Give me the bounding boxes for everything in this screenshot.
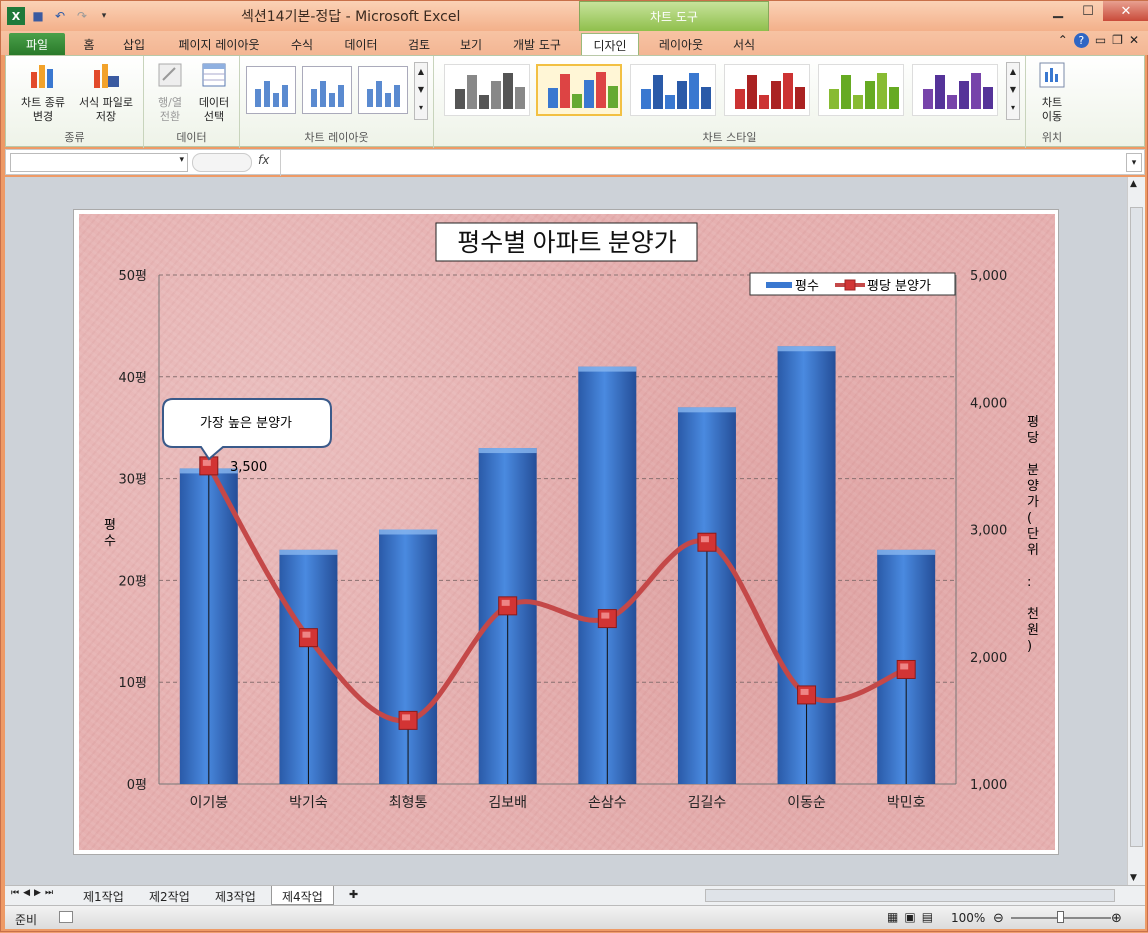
legend[interactable]: 평수 평당 분양가 bbox=[749, 272, 956, 296]
axis-title-char: 원 bbox=[1027, 623, 1039, 638]
sheet-tab-1[interactable]: 제1작업 bbox=[73, 886, 134, 905]
left-axis-title: 평수 bbox=[104, 518, 116, 549]
category-label: 김보배 bbox=[488, 795, 527, 811]
sheet-tab-4[interactable]: 제4작업 bbox=[271, 886, 334, 905]
axis-title-char: 분 bbox=[1027, 463, 1039, 478]
insert-sheet-icon[interactable]: ✚ bbox=[349, 888, 358, 901]
zoom-in-icon[interactable]: ⊕ bbox=[1111, 911, 1122, 926]
sheet-nav-icons[interactable]: ⏮◀▶⏭ bbox=[11, 888, 57, 898]
sheet-tab-2[interactable]: 제2작업 bbox=[139, 886, 200, 905]
category-label: 이기붕 bbox=[189, 795, 228, 811]
axis-title-char: 수 bbox=[104, 534, 116, 549]
horizontal-scroll-thumb[interactable] bbox=[705, 889, 1115, 902]
left-tick-label: 40평 bbox=[118, 371, 147, 386]
category-label: 최형통 bbox=[389, 795, 428, 811]
left-tick-label: 50평 bbox=[118, 269, 147, 284]
axis-title-char: 가 bbox=[1027, 495, 1039, 510]
left-tick-label: 30평 bbox=[118, 473, 147, 488]
bar-highlight bbox=[777, 346, 836, 352]
legend-line-label: 평당 분양가 bbox=[867, 279, 931, 294]
bar-highlight bbox=[578, 366, 637, 372]
category-labels: 이기붕 박기숙 최형통 김보배 손삼수 김길수 이동순 박민호 bbox=[189, 795, 925, 811]
line-marker-highlight bbox=[402, 714, 411, 721]
status-ready: 준비 bbox=[15, 913, 38, 927]
right-axis-title: 평당 분 양 가(단 위 : 천 원) bbox=[1027, 415, 1039, 654]
gridlines bbox=[159, 274, 956, 683]
callout-text: 가장 높은 분양가 bbox=[200, 416, 292, 431]
page-break-view-icon[interactable]: ▤ bbox=[922, 910, 933, 924]
line-marker-highlight bbox=[501, 599, 510, 606]
line-marker-highlight bbox=[900, 663, 909, 670]
zoom-out-icon[interactable]: ⊖ bbox=[993, 911, 1004, 926]
axis-title-char: 평 bbox=[104, 518, 116, 533]
line-marker-highlight bbox=[601, 612, 610, 619]
page-layout-view-icon[interactable]: ▣ bbox=[904, 910, 915, 924]
right-tick-label: 3,000 bbox=[970, 524, 1007, 539]
category-label: 이동순 bbox=[787, 795, 826, 811]
normal-view-icon[interactable]: ▦ bbox=[887, 910, 898, 924]
right-tick-label: 1,000 bbox=[970, 778, 1007, 793]
bar-highlight bbox=[379, 529, 438, 535]
axis-title-char: 평 bbox=[1027, 415, 1039, 430]
line-marker-highlight bbox=[202, 459, 211, 466]
zoom-slider-thumb[interactable] bbox=[1057, 911, 1064, 923]
chart-svg: 0평 10평 20평 30평 40평 50평 1,000 2,000 3,000 4,000 5,… bbox=[104, 222, 1039, 811]
excel-window: X ■ ↶ ↷ ▾ 섹션14기본-정답 - Microsoft Excel 차트… bbox=[0, 0, 1148, 932]
axis-title-char: 천 bbox=[1027, 607, 1039, 622]
callout[interactable]: 가장 높은 분양가 bbox=[162, 398, 332, 461]
right-tick-label: 4,000 bbox=[970, 396, 1007, 411]
zoom-level[interactable]: 100% bbox=[951, 911, 985, 925]
left-axis-ticks: 0평 10평 20평 30평 40평 50평 bbox=[118, 269, 147, 793]
axis-title-char: ) bbox=[1027, 639, 1032, 654]
chart-title[interactable]: 평수별 아파트 분양가 bbox=[457, 229, 677, 257]
bar-highlight bbox=[677, 407, 736, 413]
line-marker-highlight bbox=[800, 688, 809, 695]
axis-title-char: 당 bbox=[1027, 431, 1039, 446]
legend-marker-swatch bbox=[844, 279, 856, 291]
legend-bar-swatch bbox=[766, 282, 792, 288]
bar-highlight bbox=[279, 549, 338, 555]
category-label: 손삼수 bbox=[588, 795, 627, 811]
data-label-max: 3,500 bbox=[230, 460, 267, 475]
left-tick-label: 10평 bbox=[118, 676, 147, 691]
right-tick-label: 5,000 bbox=[970, 269, 1007, 284]
sheet-tab-bar: ⏮◀▶⏭ 제1작업 제2작업 제3작업 제4작업 ✚ bbox=[5, 885, 1145, 905]
right-tick-label: 2,000 bbox=[970, 651, 1007, 666]
status-bar: 준비 ▦ ▣ ▤ 100% ⊖ ⊕ bbox=[5, 905, 1145, 929]
macro-record-icon[interactable] bbox=[59, 911, 73, 923]
left-tick-label: 20평 bbox=[118, 574, 147, 589]
category-label: 박민호 bbox=[887, 795, 926, 811]
category-label: 김길수 bbox=[688, 795, 727, 811]
view-buttons: ▦ ▣ ▤ bbox=[887, 910, 933, 924]
axis-title-char: : bbox=[1027, 575, 1031, 590]
line-marker-highlight bbox=[302, 631, 311, 638]
right-axis-ticks: 1,000 2,000 3,000 4,000 5,000 bbox=[970, 269, 1007, 793]
axis-title-char bbox=[1027, 447, 1031, 462]
axis-title-char: 위 bbox=[1027, 543, 1039, 558]
left-tick-label: 0평 bbox=[127, 778, 147, 793]
axis-title-char bbox=[1027, 559, 1031, 574]
line-marker-highlight bbox=[700, 536, 709, 543]
axis-title-char bbox=[1027, 591, 1031, 606]
bar-highlight bbox=[478, 448, 537, 454]
legend-bar-label: 평수 bbox=[795, 279, 819, 294]
axis-title-char: 양 bbox=[1027, 479, 1039, 494]
sheet-tab-3[interactable]: 제3작업 bbox=[205, 886, 266, 905]
axis-title-char: 단 bbox=[1027, 527, 1039, 542]
category-label: 박기숙 bbox=[289, 795, 328, 811]
axis-title-char: ( bbox=[1027, 511, 1032, 526]
bar-highlight bbox=[877, 549, 936, 555]
